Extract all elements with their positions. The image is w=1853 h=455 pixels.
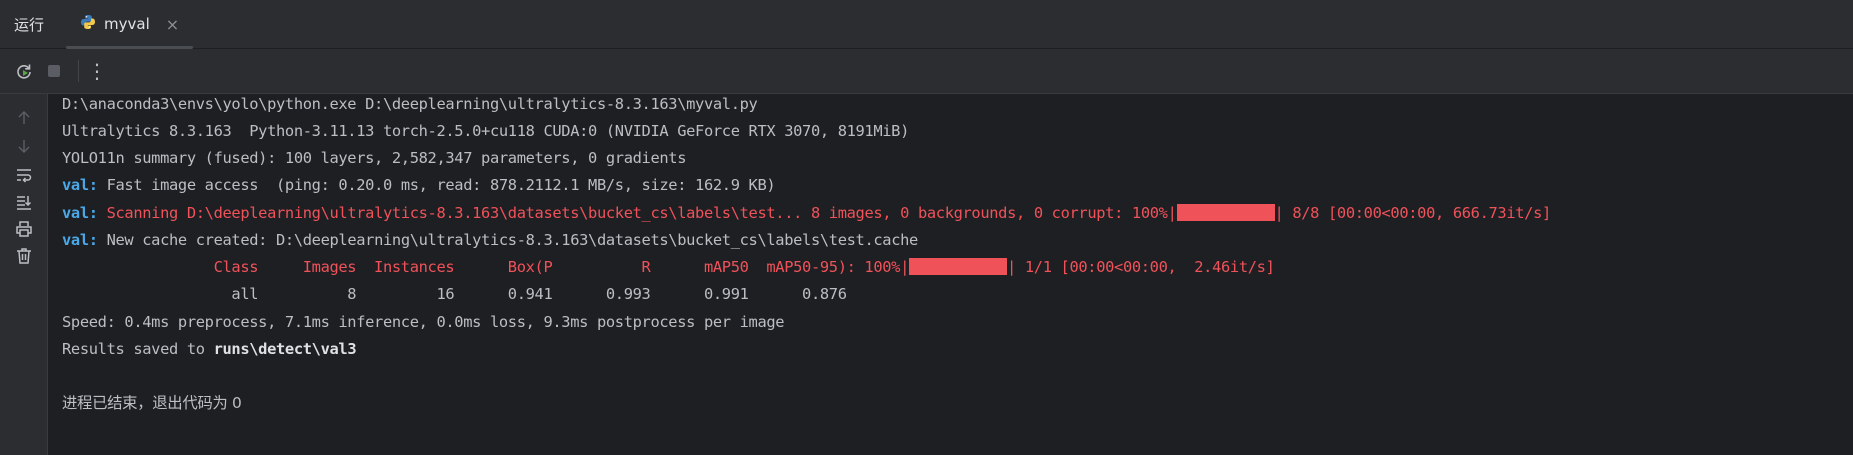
- scroll-down-button[interactable]: [12, 134, 36, 158]
- rerun-icon: [17, 64, 31, 79]
- console-line: YOLO11n summary (fused): 100 layers, 2,5…: [62, 149, 687, 167]
- print-icon: [16, 221, 32, 237]
- scroll-to-end-icon: [17, 196, 32, 210]
- tool-window-tabbar: 运行 myval ×: [0, 0, 1853, 49]
- scroll-to-end-button[interactable]: [12, 190, 36, 214]
- console-text: | 8/8 [00:00<00:00, 666.73it/s]: [1274, 204, 1552, 222]
- stop-button[interactable]: [40, 57, 68, 85]
- process-exit-message: 进程已结束，退出代码为 0: [62, 394, 242, 412]
- console-line: Speed: 0.4ms preprocess, 7.1ms inference…: [62, 313, 785, 331]
- close-tab-icon[interactable]: ×: [166, 15, 179, 34]
- tab-myval[interactable]: myval ×: [66, 0, 194, 49]
- run-tool-window-title: 运行: [14, 15, 45, 34]
- console-text: Scanning D:\deeplearning\ultralytics-8.3…: [97, 204, 1177, 222]
- console-line: val: New cache created: D:\deeplearning\…: [62, 227, 918, 254]
- console-line: Results saved to runs\detect\val3: [62, 336, 357, 363]
- toolbar-separator: [78, 60, 79, 82]
- console-text: | 1/1 [00:00<00:00, 2.46it/s]: [1007, 258, 1275, 276]
- console-text: Results saved to: [62, 340, 214, 358]
- run-toolbar: ⋮: [0, 49, 1853, 94]
- more-vertical-icon: ⋮: [87, 59, 107, 83]
- console-text: Fast image access (ping: 0.20.0 ms, read…: [97, 176, 776, 194]
- console-output[interactable]: D:\anaconda3\envs\yolo\python.exe D:\dee…: [48, 94, 1853, 455]
- console-side-toolbar: [0, 94, 48, 455]
- python-icon: [80, 14, 96, 34]
- progress-bar: [1176, 204, 1275, 221]
- val-prefix: val:: [62, 204, 98, 222]
- print-button[interactable]: [12, 217, 36, 241]
- trash-icon: [17, 248, 31, 264]
- arrow-down-icon: [18, 140, 30, 154]
- rerun-button[interactable]: [10, 57, 38, 85]
- stop-icon: [48, 65, 60, 77]
- soft-wrap-button[interactable]: [12, 163, 36, 187]
- tab-label: myval: [104, 15, 150, 33]
- clear-all-button[interactable]: [12, 244, 36, 268]
- progress-bar: [909, 258, 1008, 275]
- console-line: D:\anaconda3\envs\yolo\python.exe D:\dee…: [62, 95, 758, 113]
- console-text: New cache created: D:\deeplearning\ultra…: [97, 231, 919, 249]
- console-line: Class Images Instances Box(P R mAP50 mAP…: [62, 254, 1275, 281]
- console-line: val: Fast image access (ping: 0.20.0 ms,…: [62, 172, 776, 199]
- console-line: Ultralytics 8.3.163 Python-3.11.13 torch…: [62, 122, 910, 140]
- results-path-link[interactable]: runs\detect\val3: [214, 340, 357, 358]
- soft-wrap-icon: [17, 169, 32, 183]
- val-prefix: val:: [62, 231, 98, 249]
- more-options-button[interactable]: ⋮: [83, 57, 111, 85]
- console-line: val: Scanning D:\deeplearning\ultralytic…: [62, 200, 1551, 227]
- arrow-up-icon: [18, 110, 30, 124]
- scroll-up-button[interactable]: [12, 106, 36, 130]
- console-text: Class Images Instances Box(P R mAP50 mAP…: [62, 258, 910, 276]
- val-prefix: val:: [62, 176, 98, 194]
- console-line: all 8 16 0.941 0.993 0.991 0.876: [62, 285, 847, 303]
